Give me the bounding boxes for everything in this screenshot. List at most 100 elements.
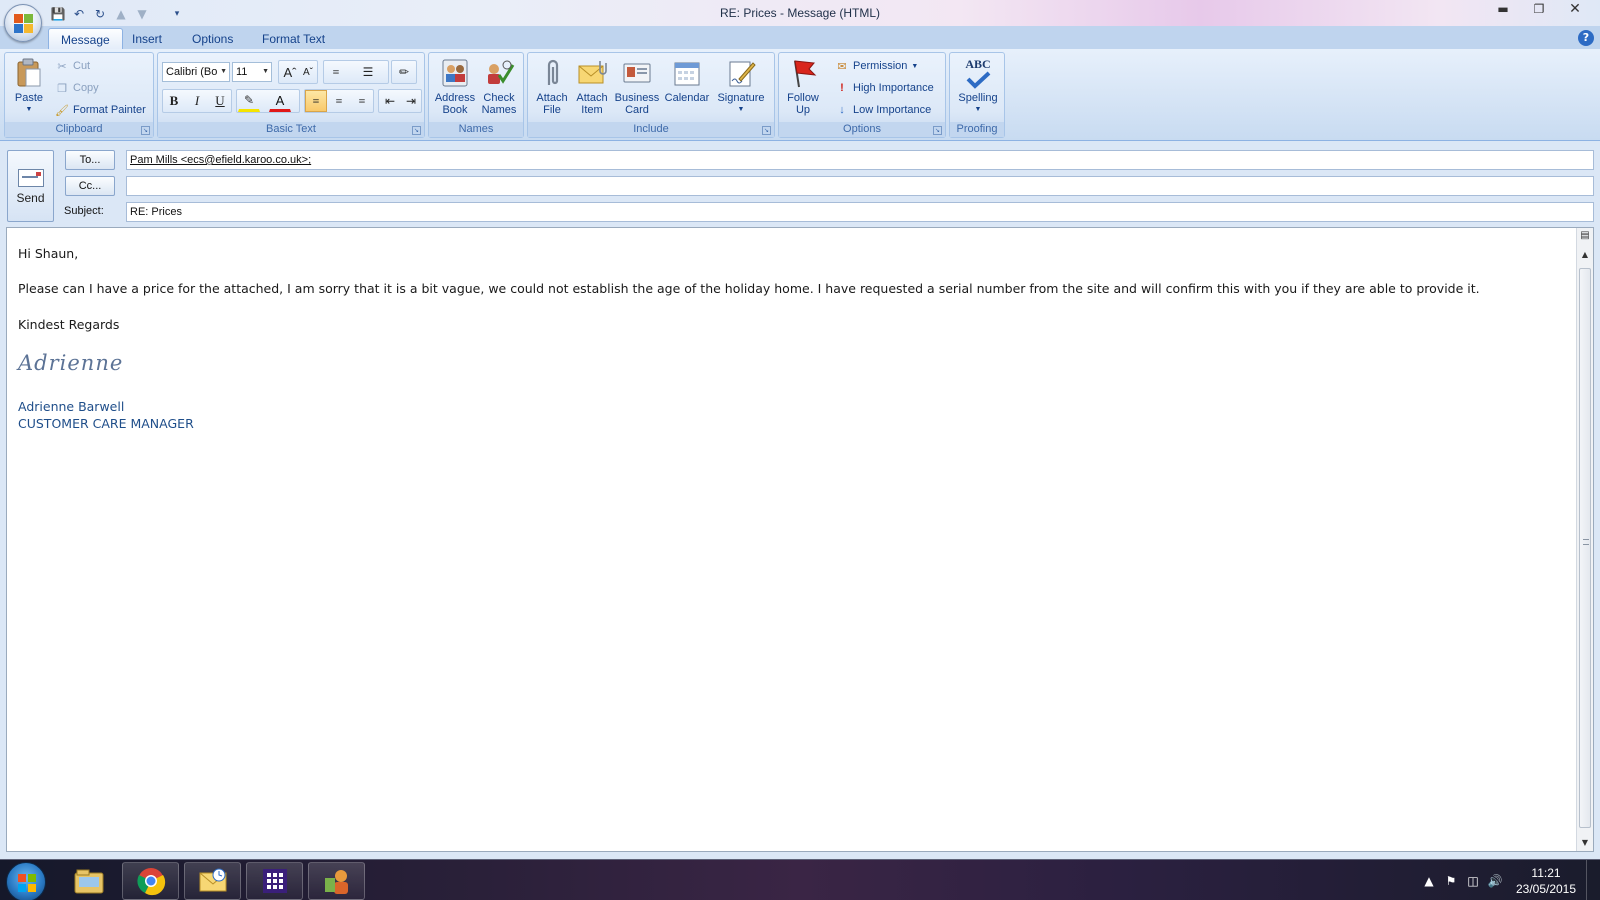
show-hidden-icons-icon[interactable]: ▲ bbox=[1418, 874, 1440, 888]
options-group: Follow Up ✉ Permission ▼ ! High Importan… bbox=[778, 52, 946, 138]
greeting: Hi Shaun, bbox=[18, 246, 79, 261]
include-launcher-icon[interactable]: ↘ bbox=[762, 126, 771, 135]
calendar-button[interactable]: Calendar bbox=[662, 55, 712, 104]
attach-item-button[interactable]: Attach Item bbox=[572, 55, 612, 116]
vertical-scrollbar[interactable]: ▤ ▲ ▼ bbox=[1576, 228, 1593, 851]
options-group-label: Options bbox=[779, 122, 945, 137]
closing: Kindest Regards bbox=[18, 317, 120, 332]
clock-time: 11:21 bbox=[1531, 865, 1561, 880]
font-name-combo[interactable]: Calibri (Bo ▼ bbox=[162, 62, 230, 82]
highlight-icon[interactable]: ✎ bbox=[238, 90, 260, 112]
high-importance-button[interactable]: ! High Importance bbox=[835, 79, 934, 97]
scroll-thumb[interactable] bbox=[1579, 268, 1591, 828]
clear-formatting-icon[interactable]: ✏ bbox=[393, 61, 415, 83]
increase-indent-icon[interactable]: ⇥ bbox=[400, 90, 422, 112]
permission-label: Permission bbox=[853, 60, 908, 72]
font-size-combo[interactable]: 11 ▼ bbox=[232, 62, 272, 82]
align-right-icon[interactable]: ≡ bbox=[351, 90, 373, 112]
bold-button[interactable]: B bbox=[163, 90, 185, 112]
cc-field[interactable] bbox=[126, 176, 1594, 196]
ruler-toggle-icon[interactable]: ▤ bbox=[1577, 228, 1593, 244]
restore-icon[interactable]: ❐ bbox=[1522, 0, 1556, 18]
office-button[interactable] bbox=[4, 4, 42, 42]
options-launcher-icon[interactable]: ↘ bbox=[933, 126, 942, 135]
shrink-font-icon[interactable]: Aˇ bbox=[297, 61, 319, 83]
tab-message[interactable]: Message bbox=[48, 28, 123, 50]
message-body[interactable]: Hi Shaun, Please can I have a price for … bbox=[6, 227, 1594, 852]
decrease-indent-icon[interactable]: ⇤ bbox=[379, 90, 401, 112]
clock[interactable]: 11:21 23/05/2015 bbox=[1506, 865, 1586, 897]
to-field[interactable]: Pam Mills <ecs@efield.karoo.co.uk>; bbox=[126, 150, 1594, 170]
align-center-icon[interactable]: ≡ bbox=[328, 90, 350, 112]
italic-button[interactable]: I bbox=[186, 90, 208, 112]
basic-text-group: Calibri (Bo ▼ 11 ▼ Aˆ Aˇ ≡ ☰ ✏ B I U ✎ A ≡… bbox=[157, 52, 425, 138]
tab-options[interactable]: Options bbox=[180, 28, 245, 50]
signature-name: Adrienne Barwell bbox=[18, 399, 125, 414]
action-center-flag-icon[interactable]: ⚑ bbox=[1440, 874, 1462, 888]
recipient[interactable]: Pam Mills <ecs@efield.karoo.co.uk>; bbox=[130, 154, 311, 166]
signature-label: Signature bbox=[717, 92, 765, 104]
include-group: Attach File Attach Item Business Card Ca… bbox=[527, 52, 775, 138]
cc-button[interactable]: Cc... bbox=[65, 176, 115, 196]
signature-button[interactable]: Signature ▼ bbox=[714, 55, 768, 116]
send-icon bbox=[17, 169, 44, 187]
attach-file-label-2: File bbox=[543, 104, 561, 116]
clipboard-launcher-icon[interactable]: ↘ bbox=[141, 126, 150, 135]
signature-dropdown-icon[interactable]: ▼ bbox=[714, 104, 768, 116]
to-button[interactable]: To... bbox=[65, 150, 115, 170]
contact-icon[interactable] bbox=[308, 862, 365, 900]
show-desktop-button[interactable] bbox=[1586, 860, 1600, 900]
windows-explorer-icon[interactable] bbox=[60, 862, 117, 900]
address-book-button[interactable]: Address Book bbox=[431, 55, 479, 116]
start-button[interactable] bbox=[6, 862, 46, 900]
low-importance-label: Low Importance bbox=[853, 104, 932, 116]
tab-insert[interactable]: Insert bbox=[120, 28, 174, 50]
font-color-button[interactable]: A bbox=[269, 90, 291, 112]
calendar-label: Calendar bbox=[664, 92, 710, 104]
outlook-icon[interactable] bbox=[184, 862, 241, 900]
bullets-icon[interactable]: ≡ bbox=[325, 61, 347, 83]
permission-button[interactable]: ✉ Permission ▼ bbox=[835, 57, 918, 75]
format-painter-button[interactable]: 🖌 Format Painter bbox=[55, 101, 146, 119]
send-button[interactable]: Send bbox=[7, 150, 54, 222]
close-icon[interactable]: ✕ bbox=[1558, 0, 1592, 18]
volume-icon[interactable]: 🔊 bbox=[1484, 874, 1506, 888]
calendar-icon bbox=[671, 57, 703, 89]
basic-text-group-label: Basic Text bbox=[158, 122, 424, 137]
paste-button[interactable]: Paste ▼ bbox=[9, 55, 49, 116]
cut-button[interactable]: ✂ Cut bbox=[55, 57, 90, 75]
permission-icon: ✉ bbox=[837, 60, 847, 73]
numbering-icon[interactable]: ☰ bbox=[357, 61, 379, 83]
subject-field[interactable]: RE: Prices bbox=[126, 202, 1594, 222]
attach-file-button[interactable]: Attach File bbox=[532, 55, 572, 116]
minimize-icon[interactable]: ▬ bbox=[1486, 0, 1520, 18]
app-grid-icon[interactable] bbox=[246, 862, 303, 900]
spelling-button[interactable]: ABC Spelling ▼ bbox=[952, 55, 1004, 116]
spelling-dropdown-icon[interactable]: ▼ bbox=[952, 104, 1004, 116]
font-name-value: Calibri (Bo bbox=[166, 66, 218, 78]
copy-label: Copy bbox=[73, 82, 99, 94]
network-icon[interactable]: ◫ bbox=[1462, 874, 1484, 888]
underline-button[interactable]: U bbox=[209, 90, 231, 112]
business-card-button[interactable]: Business Card bbox=[612, 55, 662, 116]
align-left-icon[interactable]: ≡ bbox=[305, 90, 327, 112]
follow-up-button[interactable]: Follow Up bbox=[781, 55, 825, 116]
follow-up-label-2: Up bbox=[795, 104, 811, 116]
spelling-icon-text: ABC bbox=[965, 57, 991, 71]
chevron-down-icon: ▼ bbox=[262, 68, 269, 75]
check-names-button[interactable]: Check Names bbox=[477, 55, 521, 116]
scroll-up-icon[interactable]: ▲ bbox=[1577, 247, 1593, 263]
low-importance-button[interactable]: ↓ Low Importance bbox=[835, 101, 931, 119]
copy-button[interactable]: ❐ Copy bbox=[55, 79, 99, 97]
paste-dropdown-icon[interactable]: ▼ bbox=[9, 104, 49, 116]
tab-format-text[interactable]: Format Text bbox=[250, 28, 337, 50]
signature-icon bbox=[725, 57, 757, 89]
format-painter-label: Format Painter bbox=[73, 104, 146, 116]
cut-label: Cut bbox=[73, 60, 91, 72]
help-icon[interactable]: ? bbox=[1578, 30, 1594, 46]
message-header: Send To... Pam Mills <ecs@efield.karoo.c… bbox=[0, 142, 1600, 226]
scroll-down-icon[interactable]: ▼ bbox=[1577, 835, 1593, 851]
chrome-icon[interactable] bbox=[122, 862, 179, 900]
business-card-label-2: Card bbox=[625, 104, 649, 116]
basic-text-launcher-icon[interactable]: ↘ bbox=[412, 126, 421, 135]
